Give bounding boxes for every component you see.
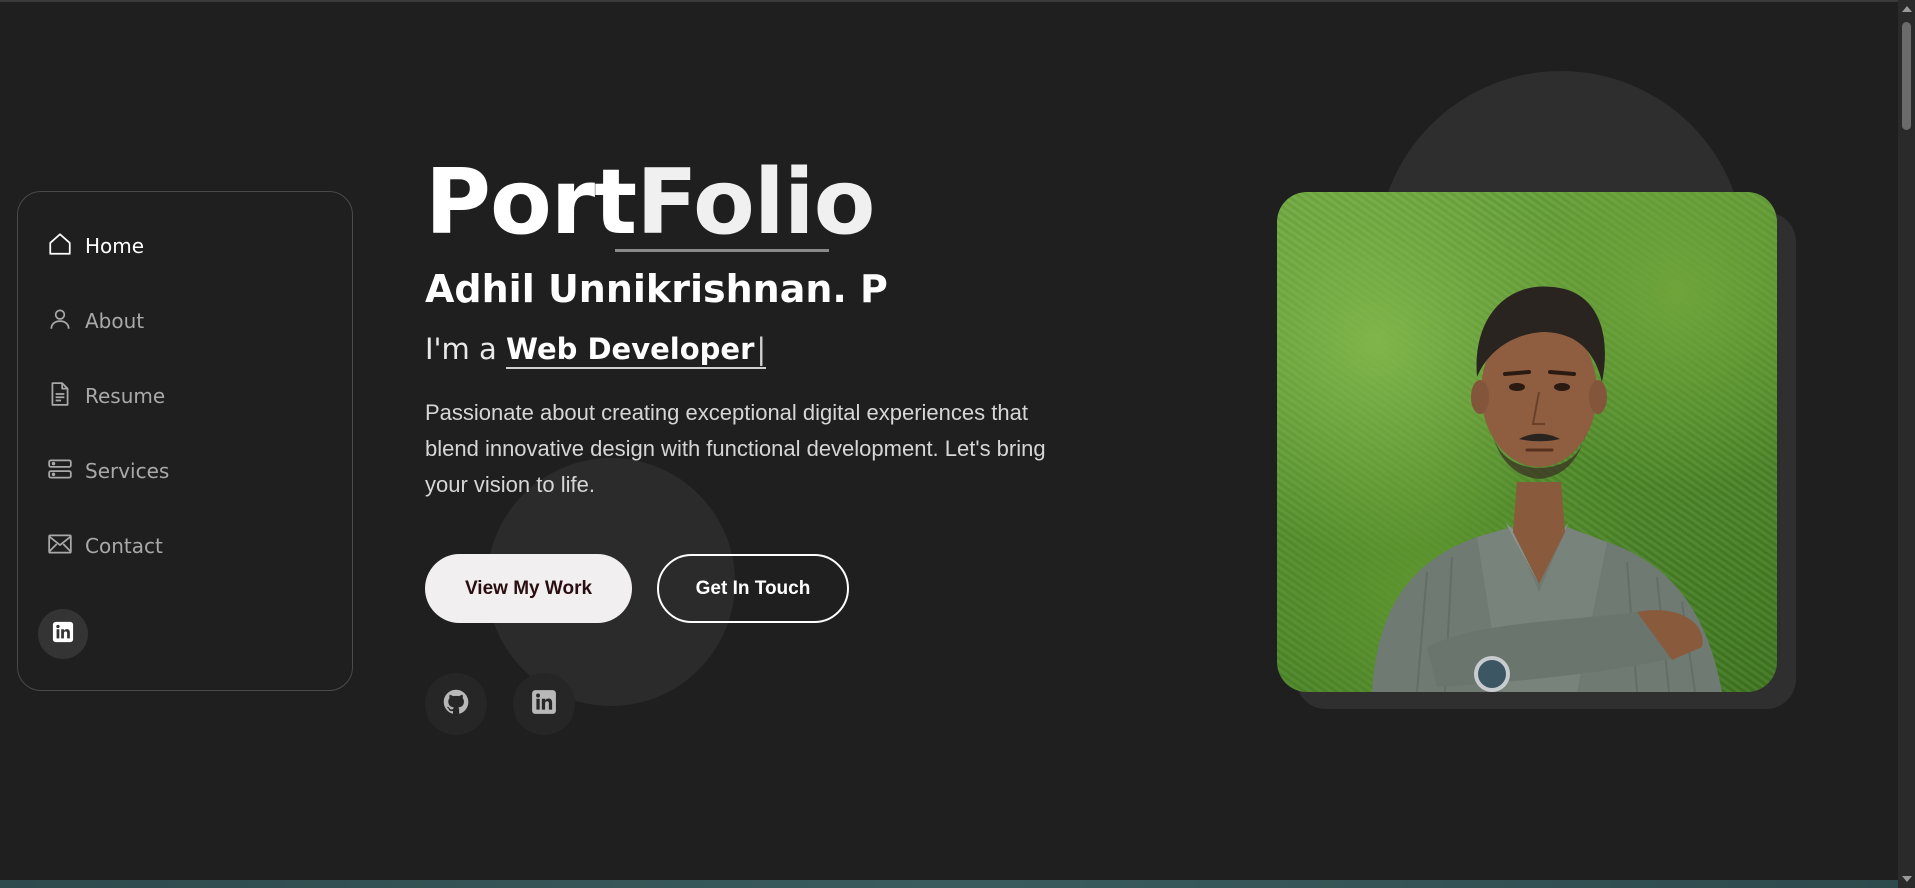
sidebar-item-about[interactable]: About <box>47 306 144 336</box>
sidebar-item-resume[interactable]: Resume <box>47 381 165 411</box>
scroll-down-arrow-icon[interactable] <box>1902 876 1912 882</box>
user-icon <box>47 306 73 337</box>
sidebar-item-label: About <box>85 309 145 333</box>
sidebar-content: Home About Resume Services Contact <box>17 191 353 691</box>
linkedin-link[interactable] <box>513 673 575 735</box>
hero-description: Passionate about creating exceptional di… <box>425 400 1046 497</box>
server-icon <box>47 456 73 487</box>
role-label: Web Developer <box>505 332 755 366</box>
sidebar-item-label: Resume <box>85 384 166 408</box>
view-my-work-button[interactable]: View My Work <box>425 554 632 623</box>
sidebar-item-services[interactable]: Services <box>47 456 169 486</box>
sidebar-item-contact[interactable]: Contact <box>47 531 163 561</box>
role-line: I'm a Web Developer| <box>425 330 767 369</box>
sidebar-item-label: Home <box>85 234 145 258</box>
role-text: Web Developer| <box>505 332 767 369</box>
typing-cursor: | <box>756 332 767 366</box>
get-in-touch-button[interactable]: Get In Touch <box>657 554 849 623</box>
person-illustration <box>1372 286 1722 692</box>
title-part-2: Folio <box>636 150 875 255</box>
home-icon <box>47 231 73 262</box>
github-link[interactable] <box>425 673 487 735</box>
scroll-up-arrow-icon[interactable] <box>1902 6 1912 12</box>
bottom-strip <box>0 880 1898 888</box>
profile-photo <box>1277 192 1777 692</box>
page-scrollbar[interactable] <box>1898 0 1915 888</box>
document-icon <box>47 381 73 412</box>
page-title: PortFolio <box>425 148 875 258</box>
linkedin-icon <box>531 689 557 720</box>
hero-name: Adhil Unnikrishnan. P <box>425 267 888 311</box>
top-border <box>0 0 1915 2</box>
scrollbar-thumb[interactable] <box>1902 22 1911 130</box>
linkedin-icon <box>52 621 74 648</box>
role-prefix: I'm a <box>425 332 506 366</box>
sidebar-linkedin-button[interactable] <box>38 609 88 659</box>
title-underline <box>615 249 829 252</box>
sidebar-item-home[interactable]: Home <box>47 231 144 261</box>
portfolio-page: Home About Resume Services Contact PortF… <box>0 0 1915 888</box>
sidebar-item-label: Contact <box>85 534 163 558</box>
github-icon <box>442 688 470 721</box>
title-part-1: Port <box>425 150 637 255</box>
envelope-icon <box>47 531 73 562</box>
sidebar-item-label: Services <box>85 459 170 483</box>
